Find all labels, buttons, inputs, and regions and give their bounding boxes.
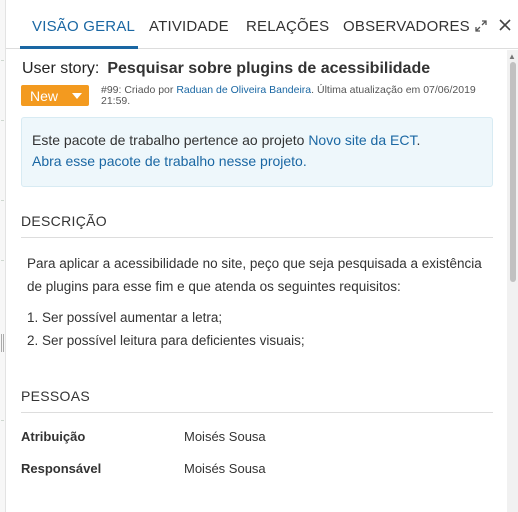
scrollbar[interactable]: ▲ <box>507 50 518 512</box>
left-frame-edge <box>0 0 6 512</box>
author-link[interactable]: Raduan de Oliveira Bandeira <box>176 84 311 96</box>
close-icon[interactable] <box>498 18 512 35</box>
status-dropdown-button[interactable]: New <box>21 85 89 106</box>
assignee-value[interactable]: Moisés Sousa <box>184 429 266 444</box>
project-link[interactable]: Novo site da ECT <box>308 132 416 148</box>
chevron-down-icon <box>72 92 82 99</box>
tab-watchers[interactable]: OBSERVADORES <box>343 18 470 35</box>
work-package-meta: #99: Criado por Raduan de Oliveira Bande… <box>101 85 493 107</box>
description-body[interactable]: Para aplicar a acessibilidade no site, p… <box>27 252 493 352</box>
frame-mark <box>1 120 4 121</box>
tab-overview[interactable]: VISÃO GERAL <box>32 18 135 35</box>
work-package-type[interactable]: User story: <box>22 60 99 77</box>
frame-mark <box>1 60 4 61</box>
status-label: New <box>30 87 59 104</box>
work-package-title: User story: Pesquisar sobre plugins de ac… <box>22 60 430 78</box>
frame-mark <box>1 420 4 421</box>
resize-handle[interactable] <box>1 334 4 352</box>
active-tab-indicator <box>20 46 138 49</box>
notice-text: Este pacote de trabalho pertence ao proj… <box>32 132 305 148</box>
people-section-title: PESSOAS <box>21 388 493 413</box>
field-label: Atribuição <box>21 429 86 444</box>
list-item: 2. Ser possível leitura para deficientes… <box>27 333 305 348</box>
open-in-project-link[interactable]: Abra esse pacote de trabalho nesse proje… <box>32 153 307 169</box>
description-paragraph: Para aplicar a acessibilidade no site, p… <box>27 256 482 294</box>
frame-mark <box>1 260 4 261</box>
work-package-subject[interactable]: Pesquisar sobre plugins de acessibilidad… <box>107 60 430 77</box>
responsible-value[interactable]: Moisés Sousa <box>184 461 266 476</box>
scrollbar-thumb[interactable] <box>510 62 516 282</box>
field-label: Responsável <box>21 461 102 476</box>
scroll-up-icon[interactable]: ▲ <box>508 52 516 61</box>
notice-punctuation: . <box>416 132 421 148</box>
list-item: 1. Ser possível aumentar a letra; <box>27 310 223 325</box>
project-notice: Este pacote de trabalho pertence ao proj… <box>21 117 493 187</box>
tab-relations[interactable]: RELAÇÕES <box>246 18 329 35</box>
tab-activity[interactable]: ATIVIDADE <box>149 18 229 35</box>
requirements-list: 1. Ser possível aumentar a letra; 2. Ser… <box>27 306 493 352</box>
frame-mark <box>1 200 4 201</box>
tab-bar: VISÃO GERAL ATIVIDADE RELAÇÕES OBSERVADO… <box>6 9 518 49</box>
description-section-title: DESCRIÇÃO <box>21 213 493 238</box>
expand-icon[interactable] <box>474 19 488 36</box>
